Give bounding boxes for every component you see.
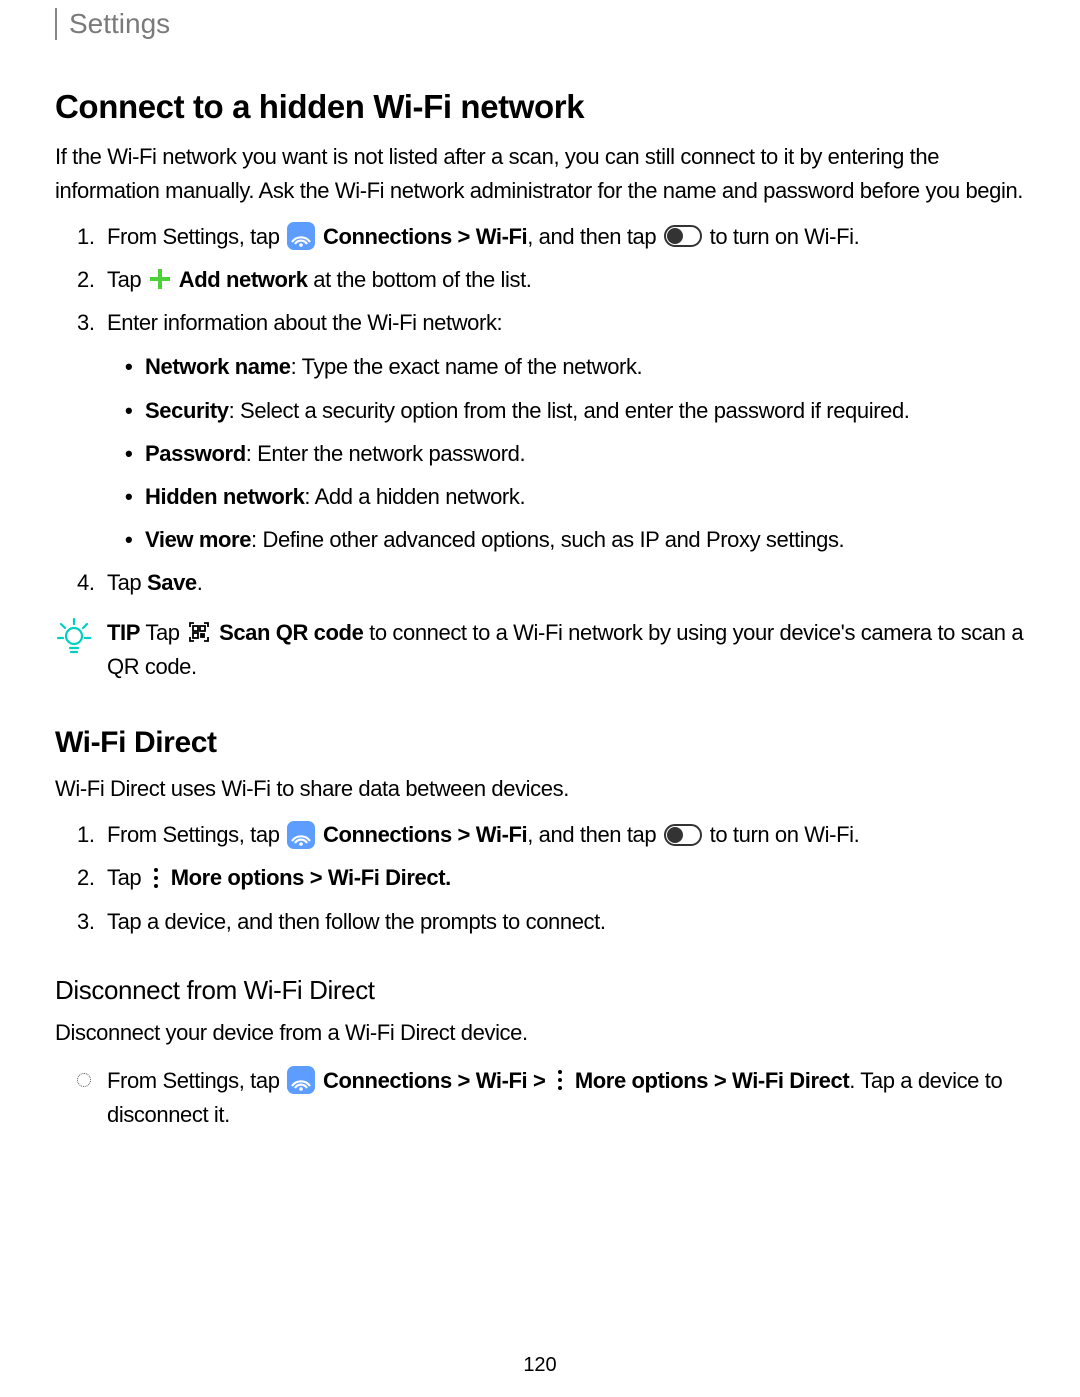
lightbulb-icon [55,616,93,656]
intro-disconnect: Disconnect your device from a Wi-Fi Dire… [55,1016,1025,1050]
step-3: Enter information about the Wi-Fi networ… [55,306,1025,557]
steps-hidden-wifi: From Settings, tap Connections > Wi-Fi, … [55,220,1025,600]
wifi-icon [287,222,315,250]
wd-step-2: Tap More options > Wi-Fi Direct. [55,861,1025,895]
wifi-icon [287,821,315,849]
more-options-icon [553,1068,567,1092]
more-options-icon [149,866,163,890]
toggle-icon [664,824,702,846]
sub-view-more: View more: Define other advanced options… [107,523,1025,557]
tip-block: TIP Tap Scan QR code to connect to a Wi-… [55,616,1025,684]
steps-wifi-direct: From Settings, tap Connections > Wi-Fi, … [55,818,1025,938]
step-2: Tap Add network at the bottom of the lis… [55,263,1025,297]
plus-icon [149,268,171,290]
page-number: 120 [0,1354,1080,1377]
tip-text: TIP Tap Scan QR code to connect to a Wi-… [107,616,1025,684]
disconnect-bullet: From Settings, tap Connections > Wi-Fi >… [55,1064,1025,1132]
wd-step-1: From Settings, tap Connections > Wi-Fi, … [55,818,1025,852]
step-1: From Settings, tap Connections > Wi-Fi, … [55,220,1025,254]
toggle-icon [664,225,702,247]
intro-hidden-wifi: If the Wi-Fi network you want is not lis… [55,140,1025,208]
wd-step-3: Tap a device, and then follow the prompt… [55,905,1025,939]
heading-disconnect: Disconnect from Wi-Fi Direct [55,975,1025,1006]
sub-security: Security: Select a security option from … [107,394,1025,428]
sub-hidden: Hidden network: Add a hidden network. [107,480,1025,514]
disconnect-list: From Settings, tap Connections > Wi-Fi >… [55,1064,1025,1132]
sub-password: Password: Enter the network password. [107,437,1025,471]
heading-wifi-direct: Wi-Fi Direct [55,726,1025,760]
page-header: Settings [55,8,1025,40]
header-title: Settings [69,8,170,39]
sub-network-name: Network name: Type the exact name of the… [107,350,1025,384]
step-4: Tap Save. [55,566,1025,600]
heading-hidden-wifi: Connect to a hidden Wi-Fi network [55,88,1025,126]
qr-icon [187,620,211,644]
wifi-icon [287,1066,315,1094]
intro-wifi-direct: Wi-Fi Direct uses Wi-Fi to share data be… [55,772,1025,806]
step-3-sublist: Network name: Type the exact name of the… [107,350,1025,556]
